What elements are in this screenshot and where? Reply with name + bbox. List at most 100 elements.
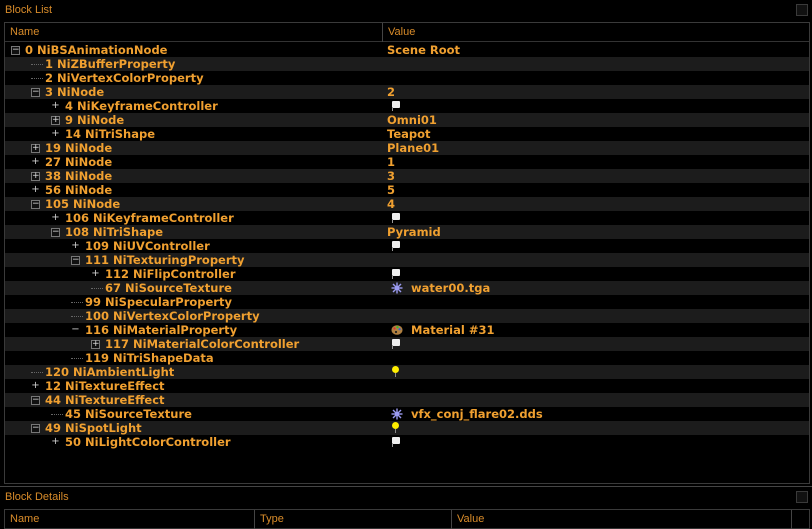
tree-row-value: 1 xyxy=(387,155,396,169)
tree-row-name-cell: 67 NiSourceTexture xyxy=(5,281,383,295)
tree-row-label: 56 NiNode xyxy=(45,183,113,197)
expand-toggle-icon[interactable]: + xyxy=(31,183,40,197)
tree-row[interactable]: −49 NiSpotLight xyxy=(5,421,809,435)
tree-row[interactable]: −44 NiTextureEffect xyxy=(5,393,809,407)
tree-row[interactable]: +12 NiTextureEffect xyxy=(5,379,809,393)
block-list-header: Name Value xyxy=(5,23,809,42)
collapse-toggle-icon[interactable]: − xyxy=(31,424,40,433)
column-header-value[interactable]: Value xyxy=(383,23,809,42)
tree-row[interactable]: +27 NiNode 1 xyxy=(5,155,809,169)
tree-row-label: 106 NiKeyframeController xyxy=(65,211,234,225)
tree-row-value-cell: Omni01 xyxy=(387,113,807,127)
tree-row[interactable]: +112 NiFlipController xyxy=(5,267,809,281)
expand-toggle-icon[interactable]: + xyxy=(51,116,60,125)
details-column-name[interactable]: Name xyxy=(5,510,255,529)
tree-row[interactable]: 99 NiSpecularProperty xyxy=(5,295,809,309)
tree-row-name-cell: 119 NiTriShapeData xyxy=(5,351,383,365)
tree-row[interactable]: 45 NiSourceTexture vfx_conj_flare02.dds xyxy=(5,407,809,421)
tree-connector xyxy=(71,316,83,317)
tree-row[interactable]: +14 NiTriShape Teapot xyxy=(5,127,809,141)
expand-toggle-icon[interactable]: + xyxy=(91,340,100,349)
tree-row-name-cell: +14 NiTriShape xyxy=(5,127,383,141)
tree-row[interactable]: +106 NiKeyframeController xyxy=(5,211,809,225)
light-bulb-icon xyxy=(392,422,399,433)
tree-row[interactable]: +50 NiLightColorController xyxy=(5,435,809,449)
details-column-value-label: Value xyxy=(457,513,485,525)
tree-row-value-cell xyxy=(387,337,807,351)
tree-row-value-cell: 1 xyxy=(387,155,807,169)
tree-row[interactable]: +117 NiMaterialColorController xyxy=(5,337,809,351)
details-column-type-label: Type xyxy=(260,513,284,525)
tree-row[interactable]: +109 NiUVController xyxy=(5,239,809,253)
tree-row[interactable]: 100 NiVertexColorProperty xyxy=(5,309,809,323)
collapse-toggle-icon[interactable]: − xyxy=(31,396,40,405)
tree-row[interactable]: −3 NiNode 2 xyxy=(5,85,809,99)
expand-toggle-icon[interactable]: + xyxy=(51,127,60,141)
tree-row-name-cell: −116 NiMaterialProperty xyxy=(5,323,383,337)
tree-row-label: 100 NiVertexColorProperty xyxy=(85,309,260,323)
collapse-toggle-icon[interactable]: − xyxy=(51,228,60,237)
controller-flag-icon xyxy=(392,241,400,251)
block-details-table[interactable]: Name Type Value xyxy=(4,509,810,529)
tree-row[interactable]: +38 NiNode 3 xyxy=(5,169,809,183)
block-list-title: Block List xyxy=(5,4,53,16)
tree-row[interactable]: +56 NiNode 5 xyxy=(5,183,809,197)
expand-toggle-icon[interactable]: + xyxy=(31,144,40,153)
block-list-tree[interactable]: Name Value −0 NiBSAnimationNode Scene Roo… xyxy=(4,22,810,484)
tree-row-label: 117 NiMaterialColorController xyxy=(105,337,300,351)
details-column-type[interactable]: Type xyxy=(255,510,452,529)
tree-row[interactable]: 1 NiZBufferProperty xyxy=(5,57,809,71)
tree-row[interactable]: 67 NiSourceTexture water00.tga xyxy=(5,281,809,295)
tree-row[interactable]: +19 NiNode Plane01 xyxy=(5,141,809,155)
expand-toggle-icon[interactable]: + xyxy=(91,267,100,281)
collapse-toggle-icon[interactable]: − xyxy=(71,256,80,265)
expand-toggle-icon[interactable]: + xyxy=(51,435,60,449)
tree-row[interactable]: −111 NiTexturingProperty xyxy=(5,253,809,267)
expand-toggle-icon[interactable]: + xyxy=(31,379,40,393)
controller-flag-icon xyxy=(392,269,400,279)
material-palette-icon xyxy=(391,325,403,335)
tree-row-value-cell xyxy=(387,351,807,365)
tree-row-value: Plane01 xyxy=(387,141,440,155)
expand-toggle-icon[interactable]: + xyxy=(51,211,60,225)
tree-row-value-cell xyxy=(387,99,807,113)
tree-row[interactable]: +9 NiNode Omni01 xyxy=(5,113,809,127)
tree-row-value: water00.tga xyxy=(411,281,491,295)
tree-connector xyxy=(51,414,63,415)
undock-button[interactable] xyxy=(796,491,808,503)
collapse-toggle-icon[interactable]: − xyxy=(31,88,40,97)
tree-row[interactable]: 120 NiAmbientLight xyxy=(5,365,809,379)
tree-row-value-cell xyxy=(387,211,807,225)
tree-row-name-cell: −111 NiTexturingProperty xyxy=(5,253,383,267)
tree-row[interactable]: −0 NiBSAnimationNode Scene Root xyxy=(5,43,809,57)
expand-toggle-icon[interactable]: + xyxy=(31,172,40,181)
expand-toggle-icon[interactable]: + xyxy=(51,99,60,113)
tree-row[interactable]: 119 NiTriShapeData xyxy=(5,351,809,365)
tree-row[interactable]: −116 NiMaterialProperty Material #31 xyxy=(5,323,809,337)
tree-row-label: 109 NiUVController xyxy=(85,239,210,253)
tree-row-value-cell xyxy=(387,253,807,267)
tree-row-label: 105 NiNode xyxy=(45,197,121,211)
tree-row-label: 3 NiNode xyxy=(45,85,105,99)
column-header-name[interactable]: Name xyxy=(5,23,383,42)
collapse-toggle-icon[interactable]: − xyxy=(11,46,20,55)
tree-row[interactable]: +4 NiKeyframeController xyxy=(5,99,809,113)
details-column-value[interactable]: Value xyxy=(452,510,792,529)
undock-button[interactable] xyxy=(796,4,808,16)
tree-row-label: 2 NiVertexColorProperty xyxy=(45,71,204,85)
expand-toggle-icon[interactable]: + xyxy=(31,155,40,169)
collapse-toggle-icon[interactable]: − xyxy=(71,323,80,337)
tree-row-value: Omni01 xyxy=(387,113,437,127)
tree-row-value-cell xyxy=(387,393,807,407)
tree-connector xyxy=(31,64,43,65)
tree-row[interactable]: −108 NiTriShape Pyramid xyxy=(5,225,809,239)
tree-row-name-cell: +38 NiNode xyxy=(5,169,383,183)
tree-row-name-cell: 100 NiVertexColorProperty xyxy=(5,309,383,323)
block-list-title-bar: Block List xyxy=(0,0,812,20)
tree-row[interactable]: −105 NiNode 4 xyxy=(5,197,809,211)
expand-toggle-icon[interactable]: + xyxy=(71,239,80,253)
tree-row[interactable]: 2 NiVertexColorProperty xyxy=(5,71,809,85)
tree-row-label: 4 NiKeyframeController xyxy=(65,99,218,113)
collapse-toggle-icon[interactable]: − xyxy=(31,200,40,209)
tree-row-name-cell: −105 NiNode xyxy=(5,197,383,211)
